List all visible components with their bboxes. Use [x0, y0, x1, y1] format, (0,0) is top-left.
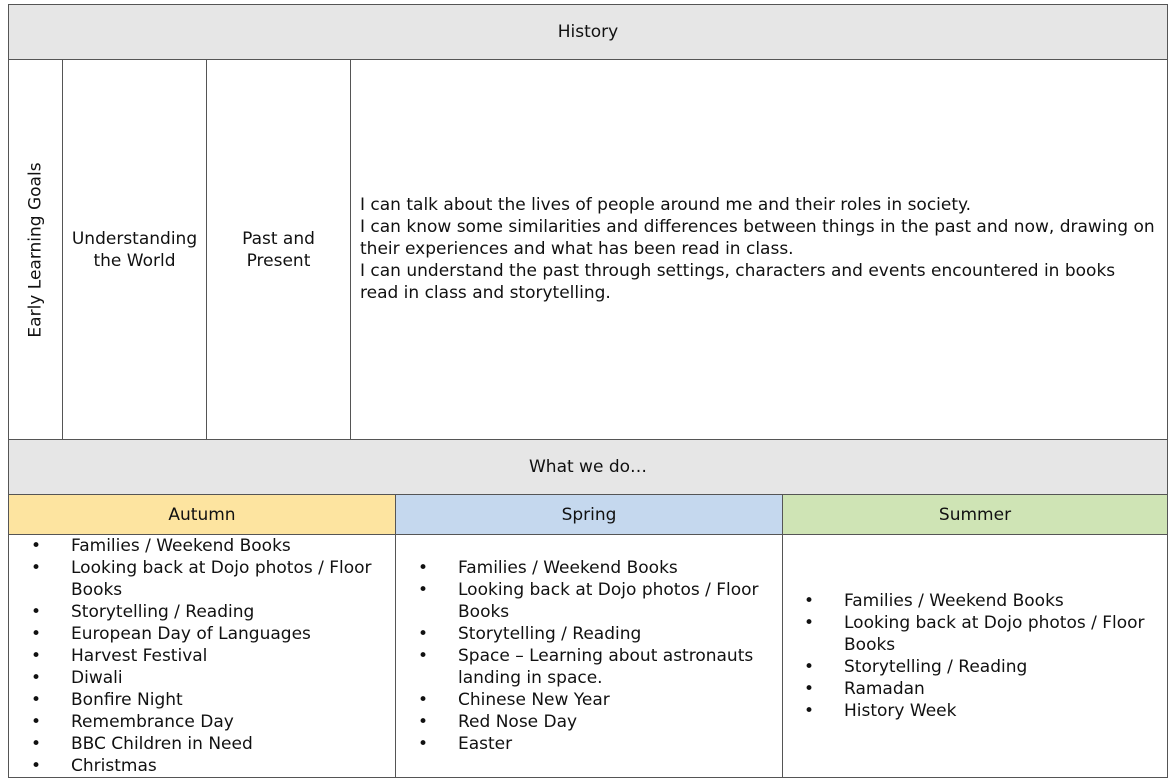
list-item: Storytelling / Reading: [21, 601, 393, 623]
list-item: Remembrance Day: [21, 711, 393, 733]
autumn-activity-list: Families / Weekend Books Looking back at…: [21, 535, 393, 777]
season-header-spring: Spring: [395, 494, 783, 535]
spring-list-wrap: Families / Weekend Books Looking back at…: [408, 557, 780, 755]
season-name: Autumn: [168, 504, 236, 525]
list-item: Ramadan: [794, 678, 1166, 700]
list-item: Bonfire Night: [21, 689, 393, 711]
list-item: Chinese New Year: [408, 689, 780, 711]
spring-activity-list: Families / Weekend Books Looking back at…: [408, 557, 780, 755]
list-item: Storytelling / Reading: [794, 656, 1166, 678]
autumn-list-wrap: Families / Weekend Books Looking back at…: [21, 535, 393, 777]
list-item: Looking back at Dojo photos / Floor Book…: [408, 579, 780, 623]
season-header-autumn: Autumn: [8, 494, 396, 535]
list-item: History Week: [794, 700, 1166, 722]
elg-goal: I can understand the past through settin…: [360, 261, 1116, 303]
page-title-cell: History: [8, 4, 1168, 60]
elg-goal: I can know some similarities and differe…: [360, 217, 1155, 259]
elg-goal: I can talk about the lives of people aro…: [360, 195, 972, 215]
list-item: European Day of Languages: [21, 623, 393, 645]
list-item: Space – Learning about astronauts landin…: [408, 645, 780, 689]
season-name: Summer: [938, 504, 1012, 525]
summer-activity-list: Families / Weekend Books Looking back at…: [794, 590, 1166, 722]
list-item: Looking back at Dojo photos / Floor Book…: [21, 557, 393, 601]
list-item: Christmas: [21, 755, 393, 777]
elg-row-label-cell: Early Learning Goals: [8, 59, 63, 440]
elg-goals-cell: I can talk about the lives of people aro…: [350, 59, 1168, 440]
summer-list-wrap: Families / Weekend Books Looking back at…: [794, 590, 1166, 722]
list-item: Storytelling / Reading: [408, 623, 780, 645]
list-item: Diwali: [21, 667, 393, 689]
list-item: Families / Weekend Books: [408, 557, 780, 579]
list-item: Harvest Festival: [21, 645, 393, 667]
page-title: History: [557, 22, 619, 42]
elg-area-cell: Understanding the World: [62, 59, 207, 440]
elg-strand-cell: Past and Present: [206, 59, 351, 440]
elg-row-label: Early Learning Goals: [25, 161, 46, 338]
list-item: Families / Weekend Books: [794, 590, 1166, 612]
list-item: Looking back at Dojo photos / Floor Book…: [794, 612, 1166, 656]
list-item: Easter: [408, 733, 780, 755]
season-name: Spring: [561, 504, 617, 525]
season-header-summer: Summer: [782, 494, 1168, 535]
what-we-do-header: What we do…: [528, 457, 648, 477]
list-item: BBC Children in Need: [21, 733, 393, 755]
elg-area: Understanding the World: [71, 228, 198, 271]
elg-strand: Past and Present: [242, 228, 315, 271]
list-item: Red Nose Day: [408, 711, 780, 733]
list-item: Families / Weekend Books: [21, 535, 393, 557]
what-we-do-header-cell: What we do…: [8, 439, 1168, 495]
